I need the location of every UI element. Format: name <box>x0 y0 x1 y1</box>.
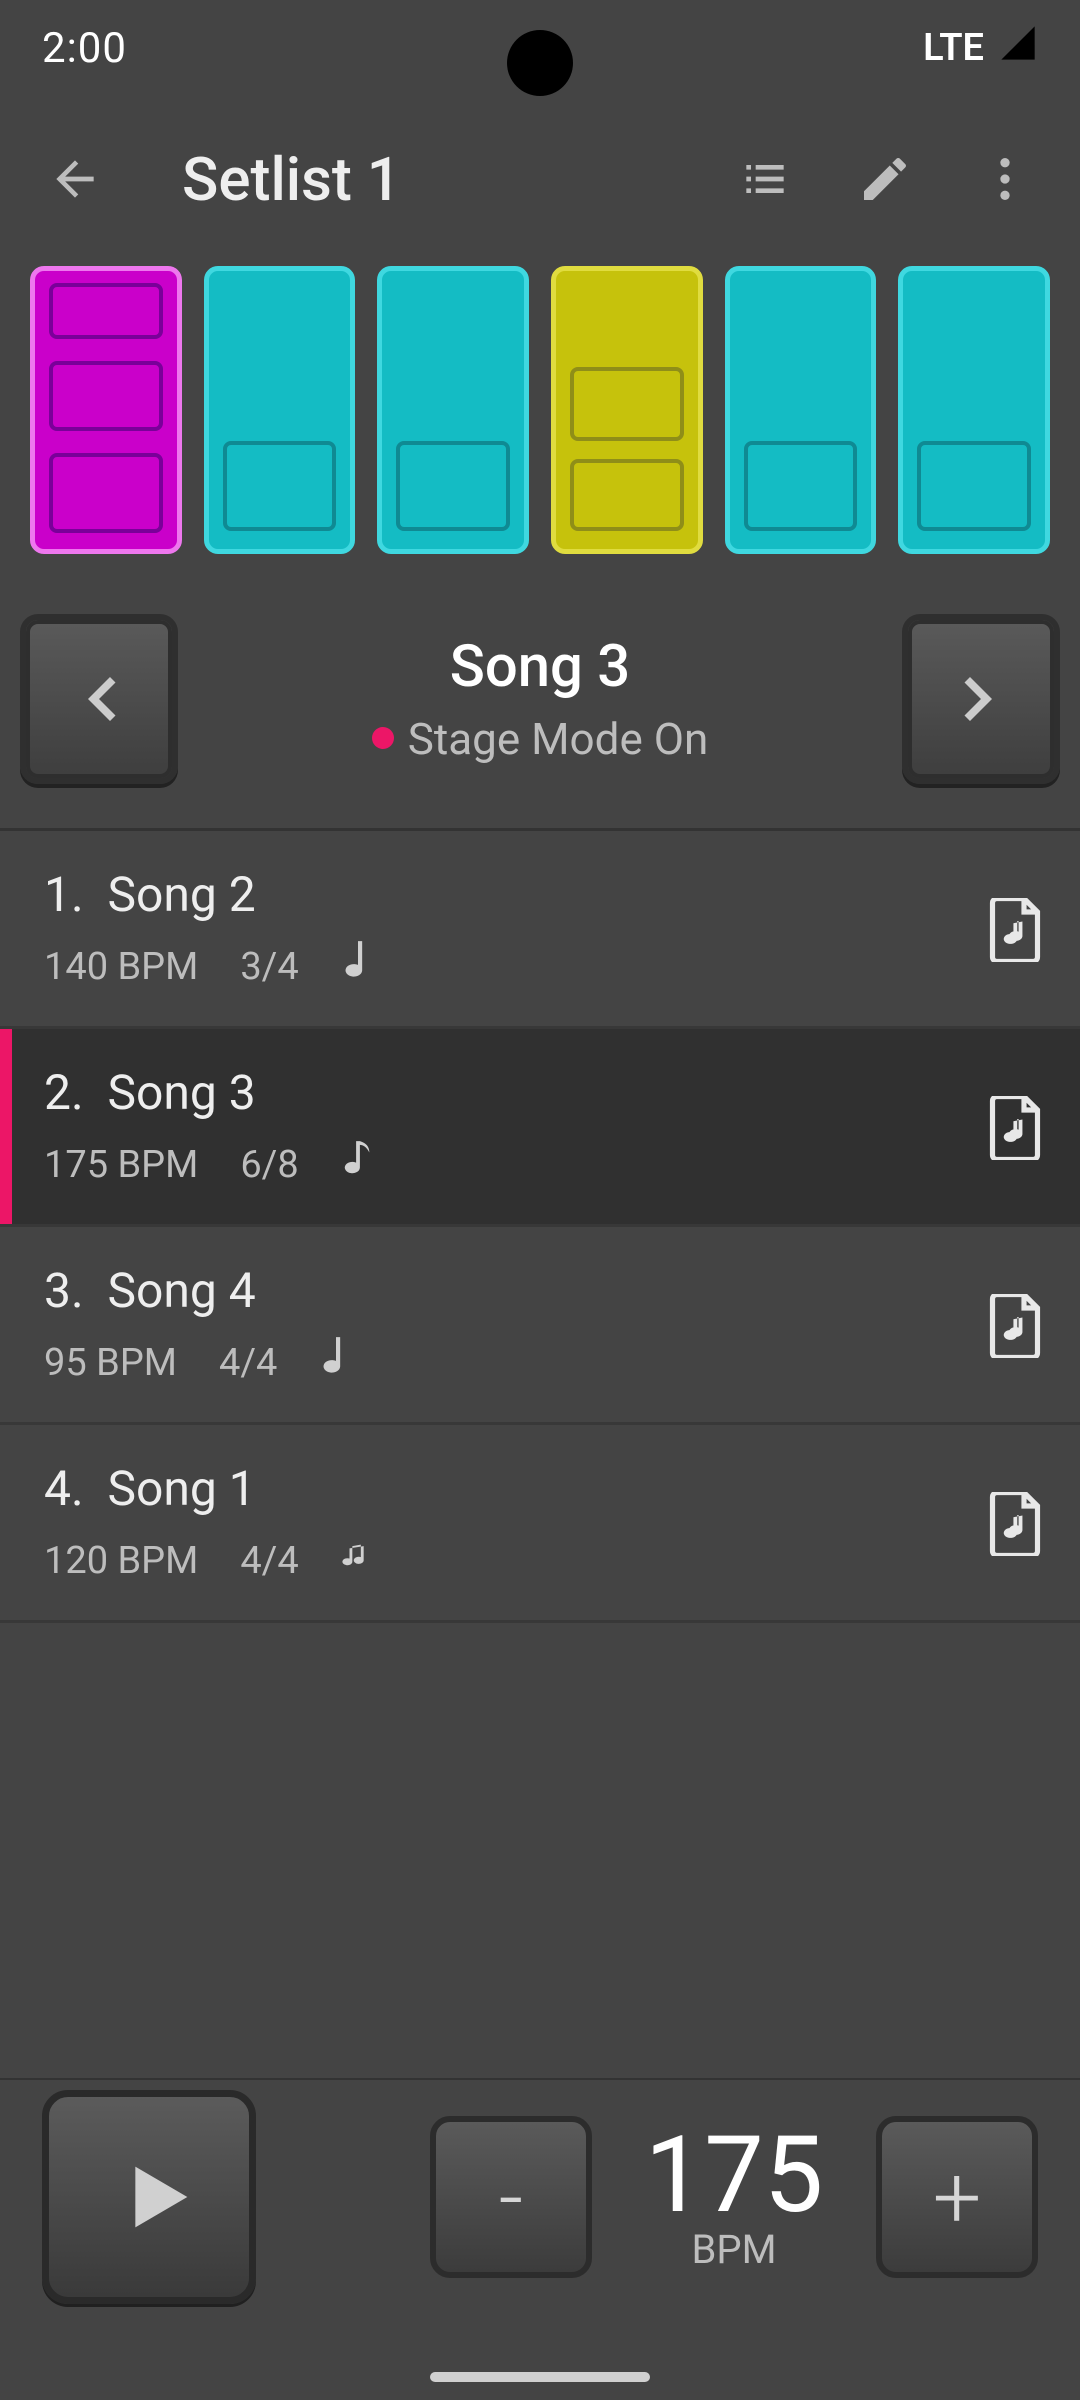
song-bpm: 120 BPM <box>44 1539 198 1583</box>
song-row[interactable]: 4. Song 1 120 BPM 4/4 <box>0 1425 1080 1623</box>
setlist-thumbnail[interactable] <box>377 266 529 554</box>
stage-mode-label: Stage Mode On <box>408 713 709 765</box>
song-index: 4. <box>44 1460 84 1517</box>
song-time-signature: 4/4 <box>240 1539 298 1583</box>
tempo-decrease-button[interactable]: - <box>430 2116 592 2278</box>
note-icon <box>341 937 375 997</box>
song-row[interactable]: 1. Song 2 140 BPM 3/4 <box>0 831 1080 1029</box>
back-button[interactable] <box>30 134 120 224</box>
song-time-signature: 3/4 <box>240 945 298 989</box>
edit-button[interactable] <box>840 134 930 224</box>
song-file-icon[interactable] <box>988 1096 1042 1164</box>
setlist-thumbnail[interactable] <box>551 266 703 554</box>
song-name: Song 4 <box>107 1262 255 1319</box>
app-bar: Setlist 1 <box>0 96 1080 262</box>
song-time-signature: 6/8 <box>240 1143 298 1187</box>
setlist-thumbnails <box>0 262 1080 564</box>
song-file-icon[interactable] <box>988 1294 1042 1362</box>
stage-mode-indicator: Stage Mode On <box>178 713 902 765</box>
song-index: 1. <box>44 866 84 923</box>
song-index: 3. <box>44 1262 84 1319</box>
tempo-increase-button[interactable]: + <box>876 2116 1038 2278</box>
stage-mode-dot-icon <box>372 727 394 749</box>
page-title: Setlist 1 <box>150 144 690 215</box>
song-index: 2. <box>44 1064 84 1121</box>
song-bpm: 140 BPM <box>44 945 198 989</box>
current-song-title: Song 3 <box>178 633 902 701</box>
song-row[interactable]: 3. Song 4 95 BPM 4/4 <box>0 1227 1080 1425</box>
network-label: LTE <box>923 26 984 70</box>
song-row[interactable]: 2. Song 3 175 BPM 6/8 <box>0 1029 1080 1227</box>
song-name: Song 2 <box>107 866 255 923</box>
setlist-thumbnail[interactable] <box>898 266 1050 554</box>
setlist-thumbnail[interactable] <box>30 266 182 554</box>
signal-icon <box>998 23 1038 74</box>
tempo-value: 175 <box>614 2122 854 2228</box>
prev-song-button[interactable] <box>20 614 178 784</box>
song-list: 1. Song 2 140 BPM 3/4 2. Song 3 175 BPM 6/8 3.… <box>0 828 1080 2078</box>
camera-cutout <box>507 30 573 96</box>
status-time: 2:00 <box>42 24 127 73</box>
song-file-icon[interactable] <box>988 898 1042 966</box>
more-button[interactable] <box>960 134 1050 224</box>
now-playing-bar: Song 3 Stage Mode On <box>0 564 1080 828</box>
song-name: Song 3 <box>107 1064 255 1121</box>
song-name: Song 1 <box>107 1460 255 1517</box>
song-bpm: 95 BPM <box>44 1341 177 1385</box>
setlist-thumbnail[interactable] <box>725 266 877 554</box>
song-time-signature: 4/4 <box>219 1341 277 1385</box>
song-bpm: 175 BPM <box>44 1143 198 1187</box>
song-file-icon[interactable] <box>988 1492 1042 1560</box>
playback-controls: - 175 BPM + <box>0 2078 1080 2338</box>
note-icon <box>341 1135 375 1195</box>
play-button[interactable] <box>42 2090 256 2304</box>
tempo-display[interactable]: 175 BPM <box>614 2122 854 2273</box>
list-view-button[interactable] <box>720 134 810 224</box>
setlist-thumbnail[interactable] <box>204 266 356 554</box>
gesture-bar <box>430 2372 650 2382</box>
next-song-button[interactable] <box>902 614 1060 784</box>
note-icon <box>319 1333 353 1393</box>
note-icon <box>341 1531 375 1591</box>
